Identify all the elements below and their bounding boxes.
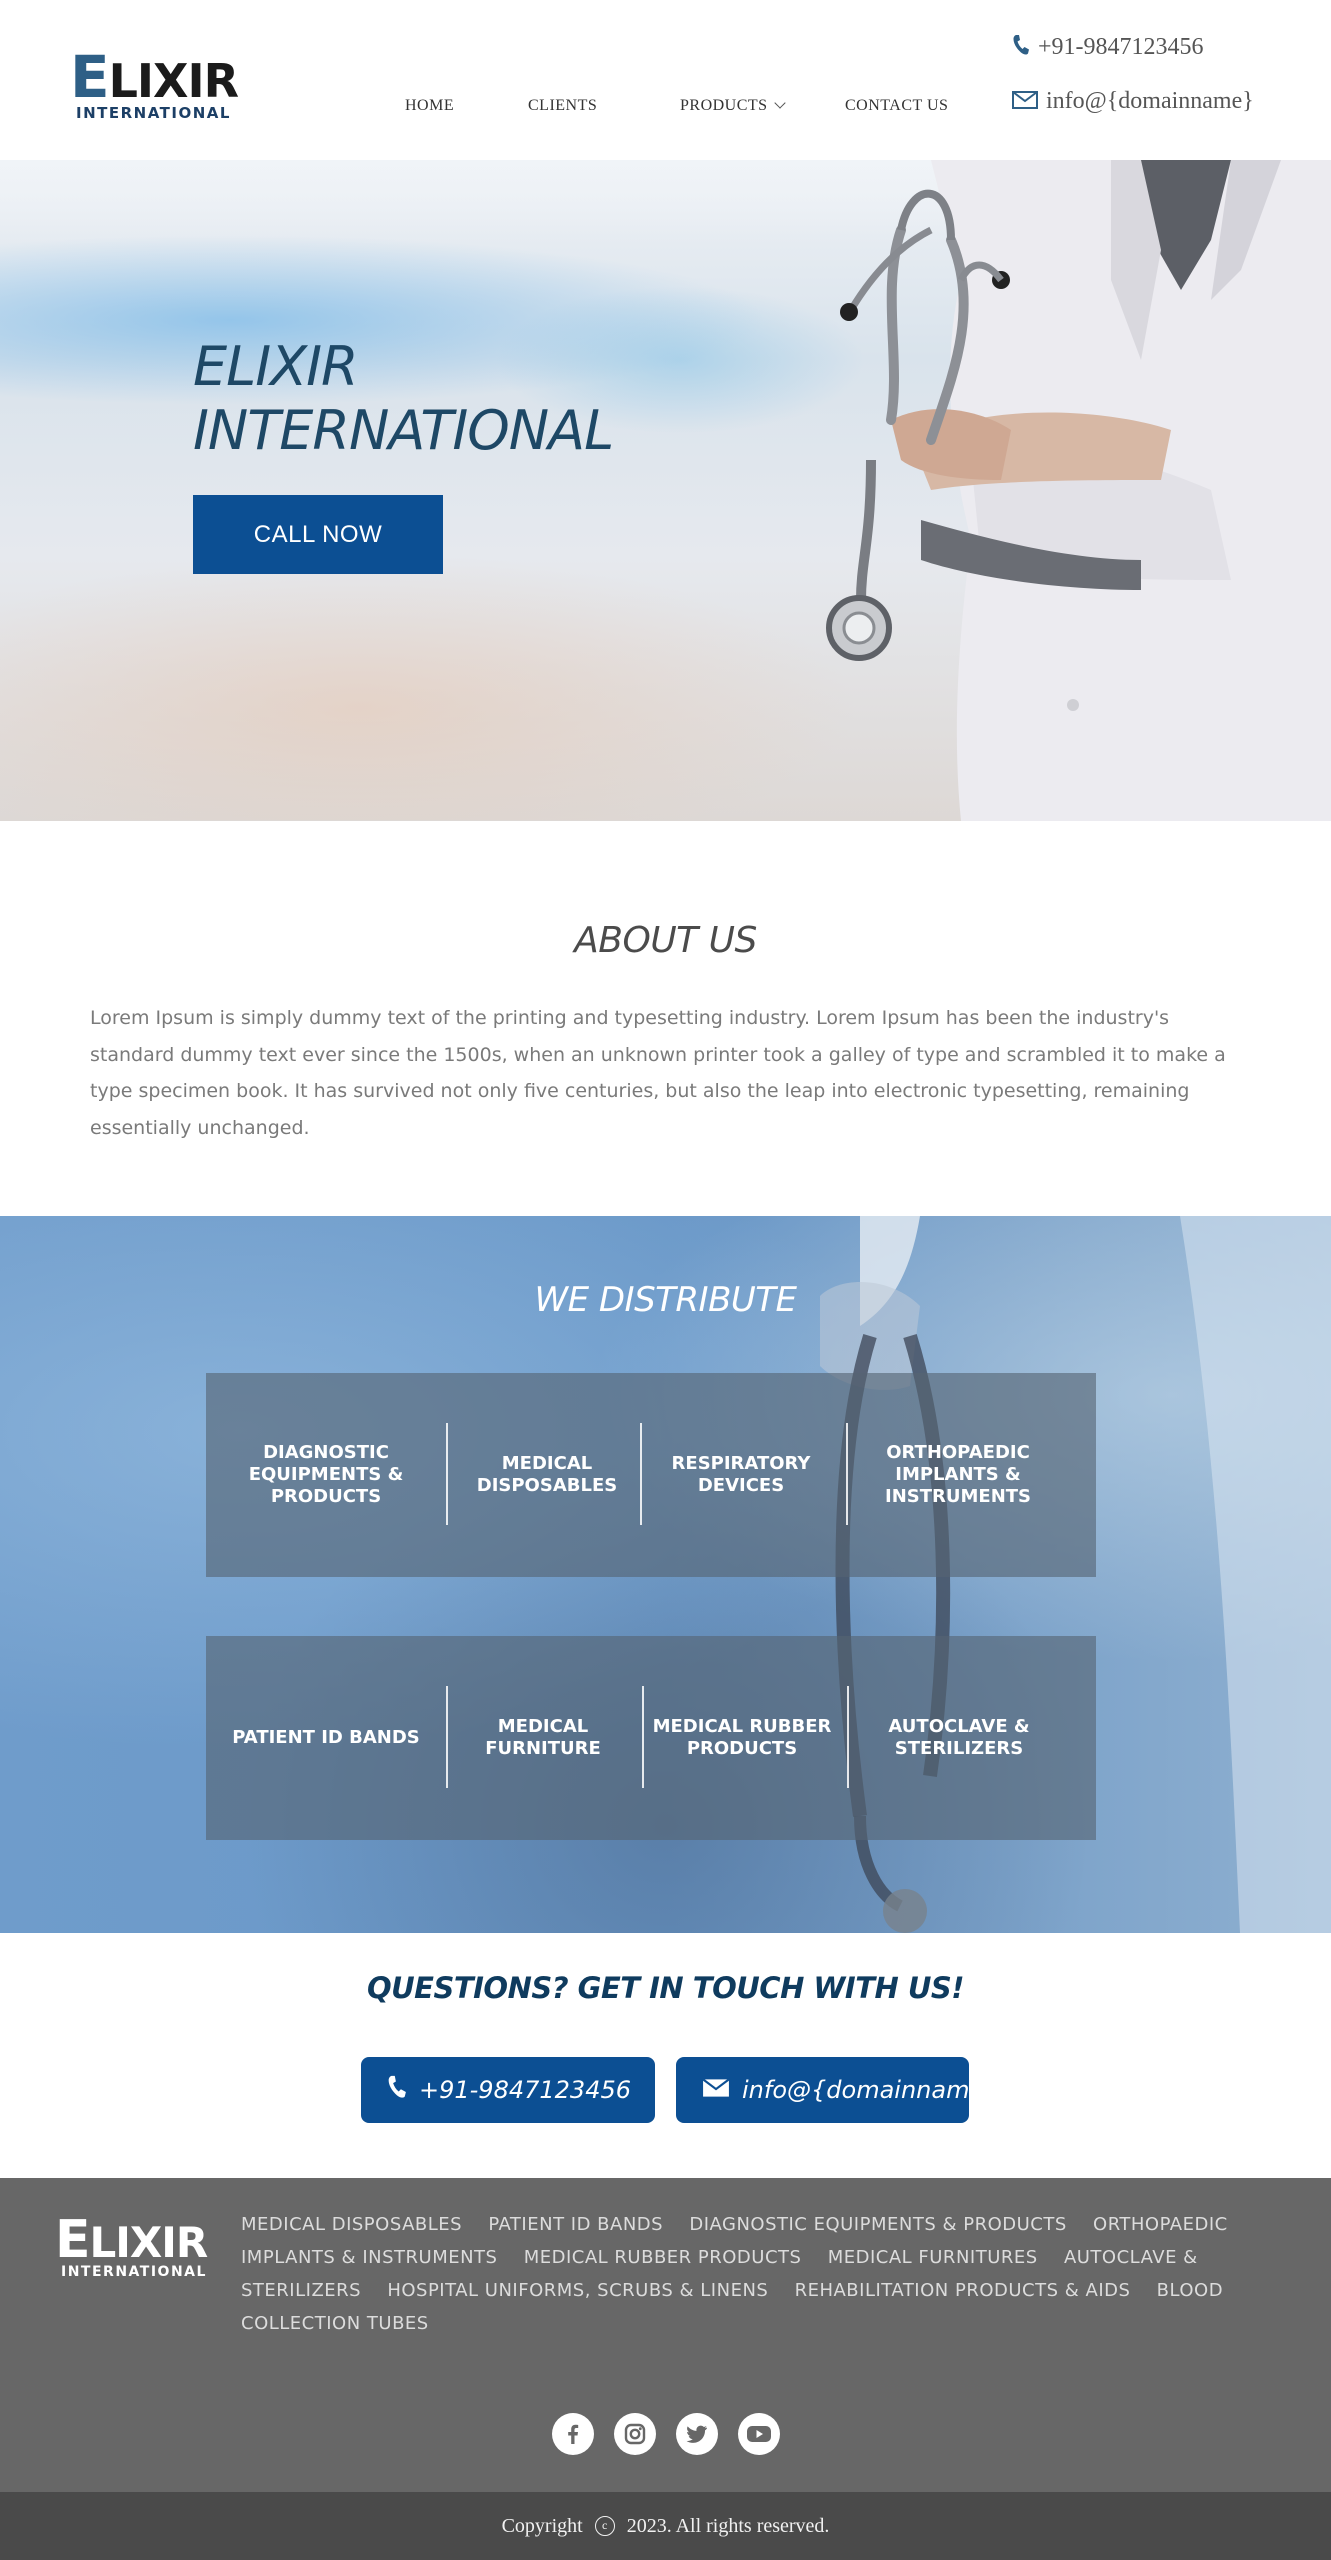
footer-logo-tagline: INTERNATIONAL (61, 2264, 207, 2280)
call-now-button[interactable]: CALL NOW (193, 495, 443, 574)
category-rubber-products[interactable]: MEDICAL RUBBER PRODUCTS (636, 1636, 848, 1840)
footer-link[interactable]: MEDICAL RUBBER PRODUCTS (524, 2247, 802, 2268)
category-patient-id-bands[interactable]: PATIENT ID BANDS (206, 1636, 446, 1840)
footer-link[interactable]: PATIENT ID BANDS (488, 2214, 663, 2235)
category-autoclave[interactable]: AUTOCLAVE & STERILIZERS (849, 1636, 1069, 1840)
footer-logo-initial: E (55, 2210, 91, 2270)
hero-title-line1: ELIXIR (193, 335, 359, 398)
category-medical-disposables[interactable]: MEDICAL DISPOSABLES (448, 1373, 646, 1577)
hero-banner: ELIXIR INTERNATIONAL CALL NOW (0, 160, 1331, 821)
copyright-icon: c (594, 2516, 615, 2536)
youtube-icon[interactable] (737, 2413, 780, 2455)
distribute-section: WE DISTRIBUTE DIAGNOSTIC EQUIPMENTS & PR… (0, 1216, 1331, 1933)
contact-cta-title: QUESTIONS? GET IN TOUCH WITH US! (366, 1971, 965, 2005)
footer-links: MEDICAL DISPOSABLES PATIENT ID BANDS DIA… (241, 2208, 1261, 2340)
footer-link[interactable]: MEDICAL DISPOSABLES (241, 2214, 462, 2235)
email-contact-label: info@{domainname}. (742, 2076, 1008, 2104)
hero-title-line2: INTERNATIONAL (193, 399, 614, 462)
nav-contact[interactable]: CONTACT US (845, 97, 948, 115)
phone-icon (1012, 34, 1030, 63)
hero-title: ELIXIR INTERNATIONAL (193, 335, 614, 463)
header-phone[interactable]: +91-9847123456 (1012, 34, 1204, 63)
about-title: ABOUT US (574, 920, 757, 961)
category-orthopaedic[interactable]: ORTHOPAEDIC IMPLANTS & INSTRUMENTS (848, 1373, 1068, 1577)
email-contact-button[interactable]: info@{domainname}. (676, 2057, 1007, 2123)
instagram-icon[interactable] (613, 2413, 656, 2455)
category-respiratory[interactable]: RESPIRATORY DEVICES (642, 1373, 840, 1577)
header-email-text: info@{domainname} (1046, 88, 1254, 114)
footer-logo-wordmark: LIXIR (89, 2218, 209, 2267)
nav-clients[interactable]: CLIENTS (528, 97, 597, 115)
nav-home[interactable]: HOME (405, 97, 454, 115)
footer-link[interactable]: MEDICAL FURNITURES (828, 2247, 1038, 2268)
copyright-suffix: 2023. All rights reserved. (626, 2514, 830, 2537)
distribute-title: WE DISTRIBUTE (534, 1280, 797, 1320)
copyright-prefix: Copyright (501, 2514, 583, 2537)
about-text: Lorem Ipsum is simply dummy text of the … (90, 1007, 1226, 1139)
product-category-row-1: DIAGNOSTIC EQUIPMENTS & PRODUCTS MEDICAL… (206, 1373, 1096, 1577)
nav-products[interactable]: PRODUCTS (680, 97, 786, 115)
footer-link[interactable]: DIAGNOSTIC EQUIPMENTS & PRODUCTS (689, 2214, 1066, 2235)
category-medical-furniture[interactable]: MEDICAL FURNITURE (448, 1636, 638, 1840)
chevron-down-icon (773, 97, 786, 109)
footer-link[interactable]: REHABILITATION PRODUCTS & AIDS (795, 2280, 1131, 2301)
site-header: ELIXIR INTERNATIONAL HOME CLIENTS PRODUC… (0, 0, 1331, 160)
product-category-row-2: PATIENT ID BANDS MEDICAL FURNITURE MEDIC… (206, 1636, 1096, 1840)
phone-icon (387, 2074, 407, 2106)
nav-products-label: PRODUCTS (680, 97, 768, 114)
phone-contact-button[interactable]: +91-9847123456 (361, 2057, 655, 2123)
header-email[interactable]: info@{domainname} (1012, 88, 1254, 116)
footer-link[interactable]: HOSPITAL UNIFORMS, SCRUBS & LINENS (387, 2280, 768, 2301)
mail-icon (702, 2076, 730, 2104)
phone-contact-label: +91-9847123456 (419, 2076, 632, 2104)
site-footer: ELIXIR INTERNATIONAL MEDICAL DISPOSABLES… (0, 2178, 1331, 2492)
copyright-bar: Copyright c 2023. All rights reserved. (0, 2492, 1331, 2560)
category-diagnostic[interactable]: DIAGNOSTIC EQUIPMENTS & PRODUCTS (206, 1373, 446, 1577)
doctor-with-stethoscope-image (826, 160, 1331, 821)
facebook-icon[interactable] (551, 2413, 594, 2455)
mail-icon (1012, 89, 1038, 116)
footer-logo[interactable]: ELIXIR INTERNATIONAL (55, 2214, 209, 2280)
twitter-icon[interactable] (675, 2413, 718, 2455)
social-links (0, 2413, 1331, 2455)
header-phone-text: +91-9847123456 (1038, 34, 1204, 61)
